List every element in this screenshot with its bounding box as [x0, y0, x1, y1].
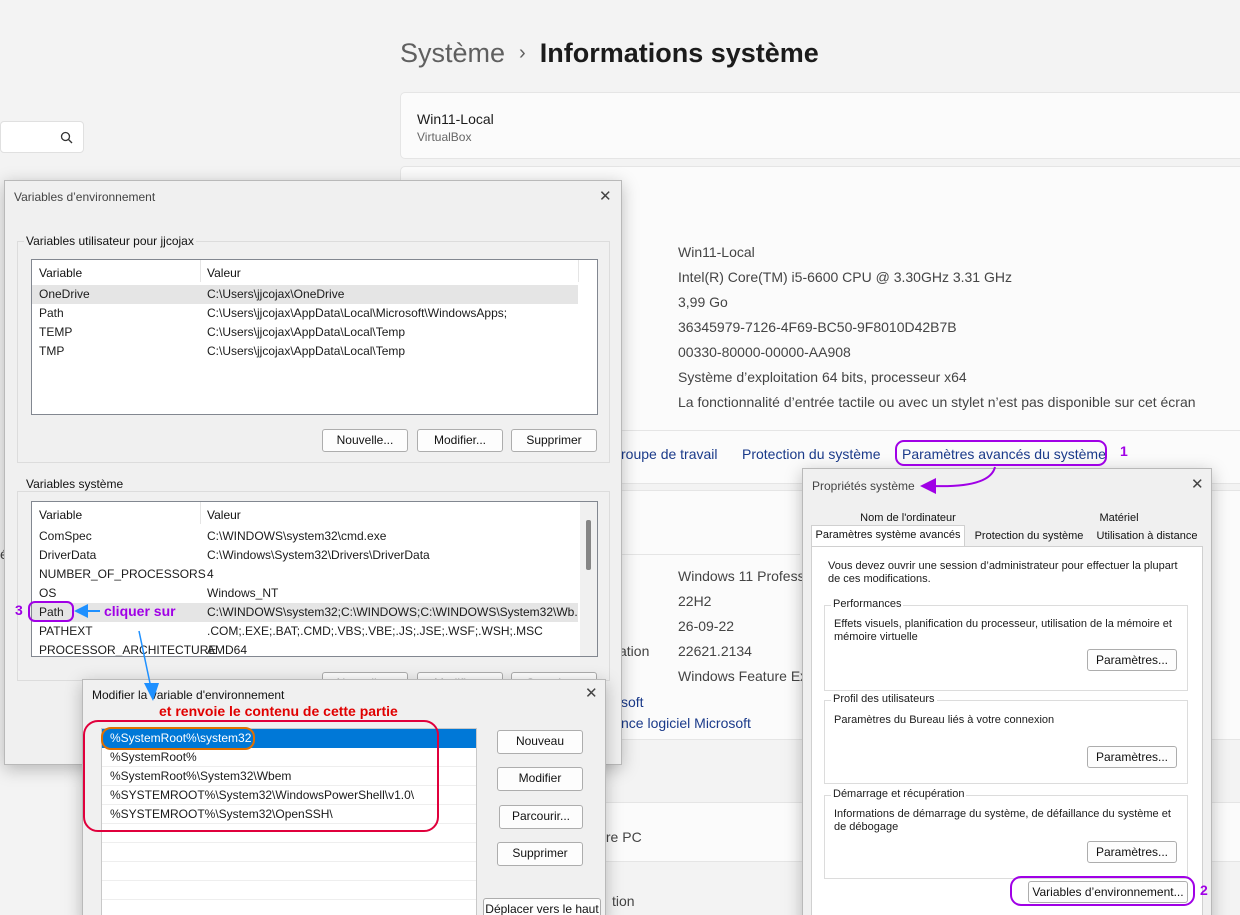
highlight-advanced-settings — [895, 440, 1107, 466]
highlight-path-row — [28, 601, 74, 622]
annotation-step-3: 3 — [15, 602, 23, 618]
annotation-overlay — [28, 440, 1195, 906]
highlight-env-vars-button — [1010, 876, 1195, 906]
arrow-head-icon — [144, 683, 159, 701]
arrow-to-sysprops — [931, 466, 996, 488]
arrow-head-icon — [74, 604, 88, 618]
annotation-step-1: 1 — [1120, 443, 1128, 459]
annotation-step-2: 2 — [1200, 882, 1208, 898]
highlight-path-entries — [83, 720, 439, 832]
arrow-to-edit-dialog — [138, 630, 152, 689]
arrow-head-icon — [920, 478, 936, 494]
annotation-returns: et renvoie le contenu de cette partie — [159, 703, 398, 719]
highlight-first-entry — [101, 727, 255, 750]
annotation-click-on: cliquer sur — [104, 603, 176, 619]
